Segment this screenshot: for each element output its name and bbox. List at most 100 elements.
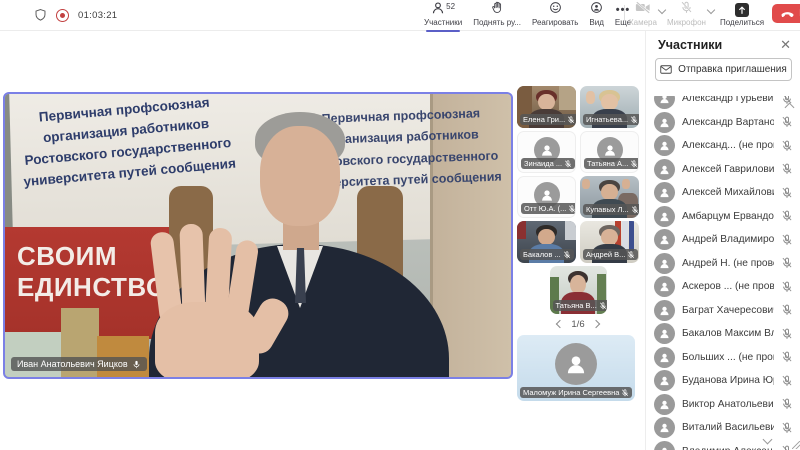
tile-name: Андрей В... bbox=[586, 250, 625, 259]
participant-name: Виктор Анатольевич Фи... bbox=[682, 399, 774, 410]
tile-name: Елена Гри... bbox=[523, 115, 565, 124]
video-tile[interactable]: Татьяна В... bbox=[550, 266, 607, 314]
tile-name: Бакалов ... bbox=[523, 250, 561, 259]
recording-indicator-icon bbox=[56, 9, 69, 22]
video-tile[interactable]: Купавых Л... bbox=[580, 176, 639, 218]
video-tile[interactable]: Андрей В... bbox=[580, 221, 639, 263]
participant-row[interactable]: Александр Гурьевич Барсов bbox=[646, 96, 800, 111]
avatar bbox=[654, 276, 675, 297]
smiley-icon bbox=[549, 1, 562, 19]
video-tile[interactable]: Татьяна А... bbox=[580, 131, 639, 173]
pager-label: 1/6 bbox=[571, 319, 584, 330]
speaker-name: Иван Анатольевич Яицков bbox=[17, 359, 128, 369]
invite-button[interactable]: Отправка приглашения bbox=[655, 58, 792, 81]
speaker-name-chip: Иван Анатольевич Яицков bbox=[11, 357, 147, 371]
participant-row[interactable]: Владимир Александрови... bbox=[646, 440, 800, 450]
participants-button[interactable]: 52 Участники bbox=[424, 0, 462, 33]
mic-muted-icon bbox=[568, 205, 576, 213]
person-silhouette bbox=[570, 275, 586, 294]
participant-row[interactable]: Александ... (не проверено) bbox=[646, 134, 800, 158]
scene-accent bbox=[517, 221, 526, 239]
participant-row[interactable]: Больших ... (не проверено) bbox=[646, 346, 800, 370]
view-button[interactable]: Вид bbox=[589, 0, 603, 33]
share-button[interactable]: Поделиться bbox=[720, 0, 764, 33]
leave-button[interactable]: Выйти bbox=[772, 4, 800, 23]
mic-muted-icon bbox=[680, 1, 693, 19]
mic-muted-icon bbox=[781, 140, 793, 152]
participant-row[interactable]: Буданова Ирина Юрьевна bbox=[646, 369, 800, 393]
camera-button[interactable]: Камера bbox=[629, 0, 657, 33]
thumbnail-row: Отт Ю.А. (... Купавых Л... bbox=[517, 176, 639, 218]
invite-envelope-icon bbox=[660, 65, 672, 74]
participant-row[interactable]: Виктор Анатольевич Фи... bbox=[646, 393, 800, 417]
participant-row[interactable]: Бакалов Максим Владим... bbox=[646, 322, 800, 346]
video-tile[interactable]: Игнатьева... bbox=[580, 86, 639, 128]
participant-row[interactable]: Амбарцум Ервандович Х... bbox=[646, 205, 800, 229]
video-tile[interactable]: Маломуж Ирина Сергеевна bbox=[517, 335, 635, 401]
security-shield-icon[interactable] bbox=[34, 8, 47, 22]
phone-hangup-icon bbox=[781, 10, 794, 18]
person-silhouette bbox=[538, 94, 555, 111]
thumbnail-strip: Елена Гри... Игнатьева... Зинаида ... Татья… bbox=[517, 86, 639, 401]
main-speaker-video[interactable]: Первичная профсоюзнаяорганизация работни… bbox=[3, 92, 513, 379]
avatar bbox=[654, 96, 675, 109]
toolbar-center-group: 52 Участники Поднять ру... Реагировать bbox=[424, 0, 631, 30]
participant-row[interactable]: Александр Вартанович Ч... bbox=[646, 111, 800, 135]
tile-name-chip: Татьяна А... bbox=[584, 158, 639, 169]
video-tile[interactable]: Бакалов ... bbox=[517, 221, 576, 263]
tile-name-chip: Отт Ю.А. (... bbox=[521, 203, 576, 214]
close-icon[interactable]: ✕ bbox=[780, 40, 791, 50]
tile-name: Игнатьева... bbox=[586, 115, 628, 124]
participant-row[interactable]: Аскеров ... (не проверено) bbox=[646, 275, 800, 299]
meeting-timer: 01:03:21 bbox=[78, 10, 117, 21]
mic-muted-icon bbox=[781, 351, 793, 363]
video-tile[interactable]: Отт Ю.А. (... bbox=[517, 176, 576, 218]
tile-name-chip: Маломуж Ирина Сергеевна bbox=[520, 387, 632, 398]
react-button[interactable]: Реагировать bbox=[532, 0, 578, 33]
avatar bbox=[654, 135, 675, 156]
thumbnail-row: Бакалов ... Андрей В... bbox=[517, 221, 639, 263]
raise-hand-button[interactable]: Поднять ру... bbox=[473, 0, 521, 33]
mic-muted-icon bbox=[631, 206, 639, 214]
avatar bbox=[654, 394, 675, 415]
tile-name-chip: Андрей В... bbox=[583, 249, 638, 260]
participant-name: Владимир Александрови... bbox=[682, 446, 774, 450]
thumbnail-row: Елена Гри... Игнатьева... bbox=[517, 86, 639, 128]
pager-next-icon[interactable] bbox=[591, 320, 599, 328]
mic-muted-icon bbox=[781, 187, 793, 199]
participant-name: Буданова Ирина Юрьевна bbox=[682, 375, 774, 386]
person-silhouette bbox=[601, 229, 618, 246]
tile-name-chip: Зинаида ... bbox=[521, 158, 575, 169]
participant-row[interactable]: Алексей Гаврилович Плу... bbox=[646, 158, 800, 182]
tile-name-chip: Елена Гри... bbox=[520, 114, 576, 125]
avatar bbox=[654, 253, 675, 274]
hand-palm bbox=[155, 302, 259, 379]
video-tile[interactable]: Елена Гри... bbox=[517, 86, 576, 128]
participant-name: Александ... (не проверено) bbox=[682, 140, 774, 151]
resize-grip[interactable] bbox=[792, 441, 800, 449]
tile-name-chip: Татьяна В... bbox=[553, 300, 607, 311]
thumbnail-row: Зинаида ... Татьяна А... bbox=[517, 131, 639, 173]
participant-row[interactable]: Алексей Михайлович Ля... bbox=[646, 181, 800, 205]
pager-prev-icon[interactable] bbox=[556, 320, 564, 328]
microphone-button[interactable]: Микрофон bbox=[667, 0, 706, 33]
participant-row[interactable]: Андрей Владимирович ... bbox=[646, 228, 800, 252]
mic-muted-icon bbox=[781, 328, 793, 340]
mic-muted-icon bbox=[599, 302, 607, 310]
camera-options-chevron-icon[interactable] bbox=[658, 6, 666, 14]
mic-options-chevron-icon[interactable] bbox=[707, 6, 715, 14]
avatar bbox=[654, 206, 675, 227]
tile-name: Татьяна В... bbox=[556, 301, 597, 310]
video-tile[interactable]: Зинаида ... bbox=[517, 131, 576, 173]
participant-row[interactable]: Баграт Хачересович Куль... bbox=[646, 299, 800, 323]
participant-row[interactable]: Виталий Васильевич Ша... bbox=[646, 416, 800, 440]
mic-muted-icon bbox=[567, 116, 575, 124]
scene-accent bbox=[565, 221, 576, 240]
share-screen-icon bbox=[735, 3, 749, 17]
mic-muted-icon bbox=[781, 257, 793, 269]
mic-muted-icon bbox=[621, 389, 629, 397]
participant-row[interactable]: Андрей Н. (не проверено) bbox=[646, 252, 800, 276]
mic-on-icon bbox=[132, 360, 141, 369]
participant-name: Баграт Хачересович Куль... bbox=[682, 305, 774, 316]
participant-name: Андрей Владимирович ... bbox=[682, 234, 774, 245]
